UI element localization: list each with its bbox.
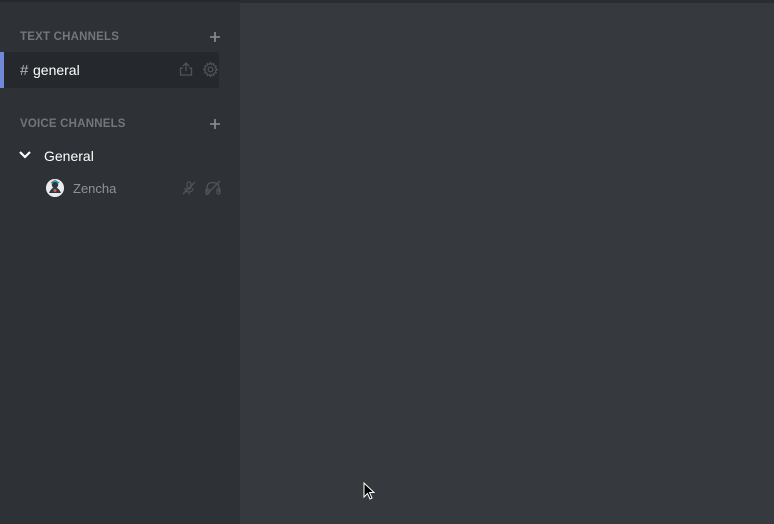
avatar[interactable] (46, 179, 64, 197)
channel-hash-icon: # (20, 61, 29, 79)
channel-sidebar: TEXT CHANNELS # general VOICE CHANNELS G… (0, 0, 240, 524)
voice-user-status (180, 179, 222, 197)
app-window: TEXT CHANNELS # general VOICE CHANNELS G… (0, 0, 774, 524)
channel-actions (177, 60, 219, 78)
gear-icon[interactable] (201, 60, 219, 78)
headphones-deafened-icon (204, 179, 222, 197)
mic-muted-icon (180, 179, 198, 197)
text-channels-label: TEXT CHANNELS (20, 31, 120, 43)
channel-name: general (33, 62, 80, 78)
voice-user-zencha[interactable]: Zencha (46, 178, 222, 198)
add-text-channel-icon[interactable] (208, 30, 222, 44)
text-channels-category[interactable]: TEXT CHANNELS (20, 28, 222, 46)
voice-channel-general[interactable]: General (18, 146, 94, 166)
sidebar-divider (0, 0, 240, 2)
text-channel-general[interactable]: # general (0, 52, 219, 88)
voice-channels-category[interactable]: VOICE CHANNELS (20, 115, 222, 133)
active-channel-indicator (0, 52, 4, 88)
voice-channels-label: VOICE CHANNELS (20, 118, 126, 130)
voice-user-name: Zencha (73, 180, 117, 196)
chevron-down-icon[interactable] (18, 147, 32, 165)
voice-channel-name: General (44, 148, 94, 164)
add-voice-channel-icon[interactable] (208, 117, 222, 131)
main-top-divider (240, 0, 774, 3)
invite-icon[interactable] (177, 60, 195, 78)
main-content-area (240, 0, 774, 524)
mouse-cursor-icon (363, 481, 376, 501)
